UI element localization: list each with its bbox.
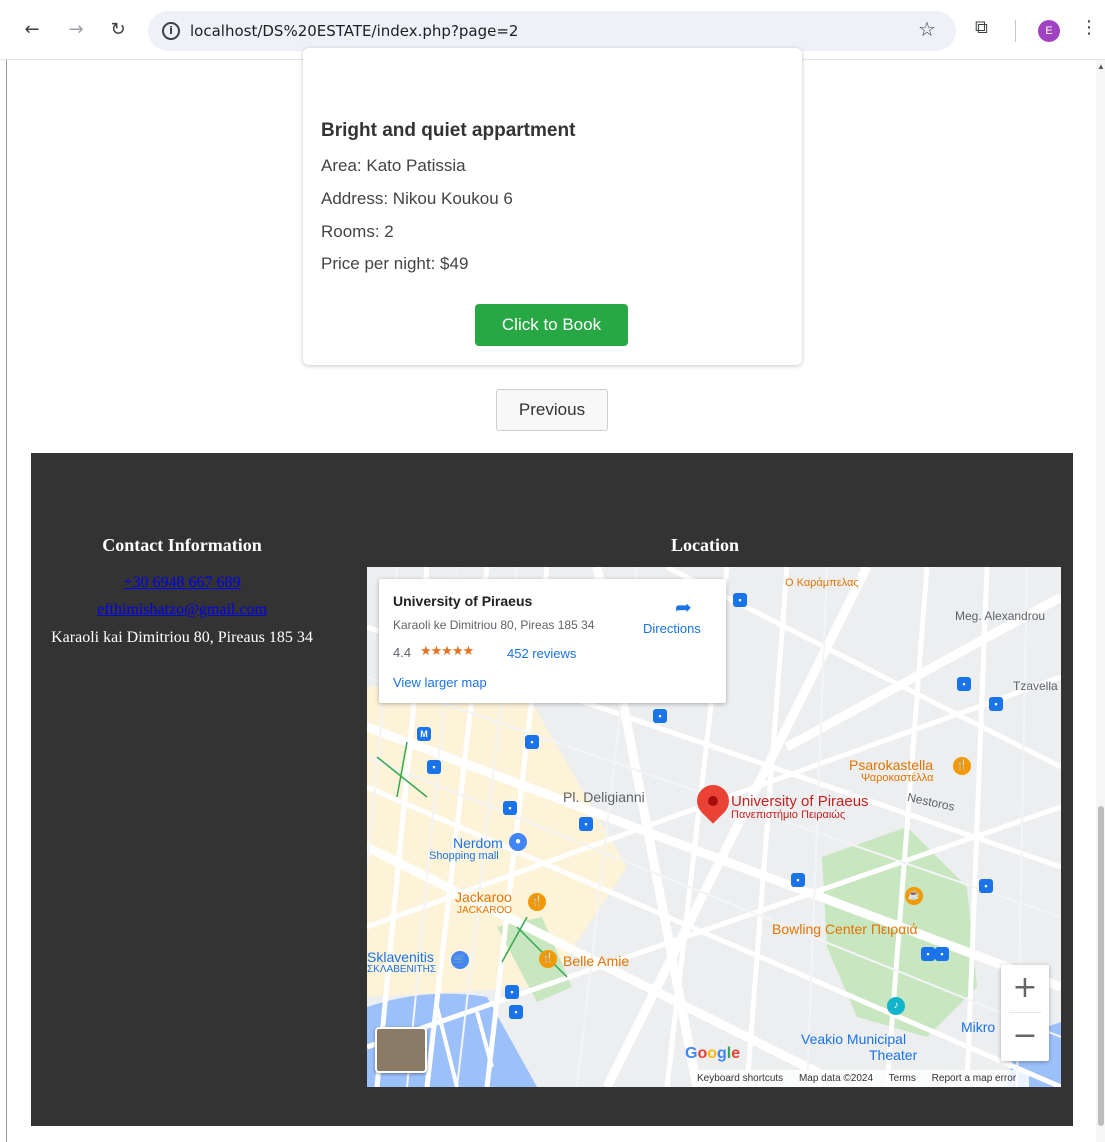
zoom-control: + −: [1001, 965, 1049, 1061]
google-logo: Google: [685, 1045, 741, 1062]
map-label-jackaroo[interactable]: Jackaroo: [455, 889, 512, 905]
map-label-veakio[interactable]: Veakio Municipal: [801, 1031, 906, 1047]
pin-label[interactable]: University of Piraeus: [731, 793, 869, 810]
zoom-in-button[interactable]: +: [1001, 965, 1049, 1013]
directions-icon[interactable]: ➦: [675, 595, 692, 619]
place-name: University of Piraeus: [393, 593, 533, 609]
kebab-menu-icon[interactable]: ⋮: [1080, 17, 1098, 38]
reviews-link[interactable]: 452 reviews: [507, 646, 576, 661]
map-label-sklavenitis-greek: ΣΚΛΑΒΕΝΙΤΗΣ: [367, 964, 437, 975]
scroll-up-icon[interactable]: ▲: [1097, 62, 1105, 71]
listing-area: Area: Kato Patissia: [321, 156, 466, 175]
forward-icon[interactable]: →: [64, 18, 88, 42]
previous-page-button[interactable]: Previous: [496, 389, 608, 431]
zoom-out-button[interactable]: −: [1001, 1013, 1049, 1061]
bus-stop-icon[interactable]: ▪: [791, 873, 805, 887]
extensions-icon[interactable]: ⧉: [975, 17, 988, 38]
contact-title: Contact Information: [102, 535, 262, 555]
profile-avatar[interactable]: E: [1038, 20, 1060, 42]
bus-stop-icon[interactable]: ▪: [989, 697, 1003, 711]
theater-icon[interactable]: ♪: [887, 997, 905, 1015]
bus-stop-icon[interactable]: ▪: [525, 735, 539, 749]
place-rating: 4.4: [393, 645, 412, 660]
map-label-psarokastella[interactable]: Psarokastella: [849, 757, 933, 773]
terms-link[interactable]: Terms: [889, 1073, 916, 1084]
map-label-tzavella: Tzavella: [1013, 679, 1058, 693]
bus-stop-icon[interactable]: ▪: [509, 1005, 523, 1019]
location-title: Location: [671, 535, 740, 555]
map-label-bowling[interactable]: Bowling Center Πειραιά: [772, 921, 918, 937]
keyboard-shortcuts-link[interactable]: Keyboard shortcuts: [697, 1073, 783, 1084]
url-text[interactable]: localhost/DS%20ESTATE/index.php?page=2: [190, 22, 518, 40]
rating-stars-icon: ★★★★★: [420, 644, 474, 659]
listing-card: Bright and quiet appartment Area: Kato P…: [303, 48, 802, 365]
place-info-card: University of Piraeus Karaoli ke Dimitri…: [379, 579, 726, 703]
book-button[interactable]: Click to Book: [475, 304, 628, 346]
bus-stop-icon[interactable]: ▪: [733, 593, 747, 607]
metro-icon[interactable]: M: [417, 727, 431, 741]
site-info-icon[interactable]: i: [162, 22, 180, 40]
bus-stop-icon[interactable]: ▪: [579, 817, 593, 831]
restaurant-icon[interactable]: 🍴: [539, 950, 557, 968]
map-label-shopping-mall: Shopping mall: [429, 850, 499, 862]
bus-stop-icon[interactable]: ▪: [505, 985, 519, 999]
toolbar-divider: [1015, 20, 1016, 42]
satellite-toggle[interactable]: [375, 1027, 427, 1073]
contact-address: Karaoli kai Dimitriou 80, Pireaus 185 34: [51, 629, 313, 646]
bus-stop-icon[interactable]: ▪: [979, 879, 993, 893]
bus-stop-icon[interactable]: ▪: [935, 947, 949, 961]
bus-stop-icon[interactable]: ▪: [503, 801, 517, 815]
restaurant-icon[interactable]: 🍴: [528, 893, 546, 911]
back-icon[interactable]: ←: [20, 18, 44, 42]
listing-address: Address: Nikou Koukou 6: [321, 189, 513, 208]
map-label-sklavenitis[interactable]: Sklavenitis: [367, 949, 434, 965]
bus-stop-icon[interactable]: ▪: [957, 677, 971, 691]
google-map[interactable]: Pl. Deligianni Nerdom Shopping mall ● Ja…: [367, 567, 1061, 1087]
footer: Contact Information +30 6948 667 689 eft…: [31, 453, 1073, 1126]
listing-price: Price per night: $49: [321, 254, 469, 273]
cafe-icon[interactable]: ☕: [905, 887, 923, 905]
directions-link[interactable]: Directions: [643, 621, 701, 636]
map-label-belle-amie[interactable]: Belle Amie: [563, 953, 629, 969]
place-address: Karaoli ke Dimitriou 80, Pireas 185 34: [393, 618, 595, 632]
map-data-text: Map data ©2024: [798, 1073, 874, 1084]
bus-stop-icon[interactable]: ▪: [653, 709, 667, 723]
page-edge: [6, 60, 7, 1142]
map-label-psarokastella-greek: Ψαροκαστέλλα: [861, 772, 934, 784]
location-pin-center: [708, 796, 718, 806]
map-label-theater: Theater: [869, 1047, 918, 1063]
bus-stop-icon[interactable]: ▪: [427, 760, 441, 774]
map-label-mikro: Mikro: [961, 1019, 996, 1035]
map-label-nerdom[interactable]: Nerdom: [453, 835, 503, 851]
map-attribution: Keyboard shortcuts Map data ©2024 Terms …: [693, 1070, 1030, 1087]
listing-rooms: Rooms: 2: [321, 222, 394, 241]
map-label-o-karampelas: Ο Καράμπελας: [785, 577, 859, 589]
shopping-cart-icon[interactable]: 🛒: [451, 951, 469, 969]
bookmark-star-icon[interactable]: ☆: [918, 17, 936, 41]
map-label-meg-alexandrou: Meg. Alexandrou: [955, 609, 1046, 623]
reload-icon[interactable]: ↻: [106, 18, 130, 42]
bus-stop-icon[interactable]: ▪: [921, 947, 935, 961]
report-error-link[interactable]: Report a map error: [932, 1073, 1016, 1084]
email-link[interactable]: efthimishatzo@gmail.com: [31, 601, 333, 619]
scrollbar-thumb[interactable]: [1098, 806, 1104, 1126]
phone-link[interactable]: +30 6948 667 689: [31, 574, 333, 592]
address-bar[interactable]: i localhost/DS%20ESTATE/index.php?page=2: [148, 11, 956, 51]
map-label-jackaroo-caps: JACKAROO: [457, 905, 513, 916]
pin-label-greek: Πανεπιστήμιο Πειραιώς: [731, 809, 846, 821]
restaurant-icon[interactable]: 🍴: [953, 757, 971, 775]
shopping-bag-icon[interactable]: ●: [509, 833, 527, 851]
map-label-deligianni: Pl. Deligianni: [563, 789, 645, 805]
view-larger-map-link[interactable]: View larger map: [393, 675, 487, 690]
listing-title: Bright and quiet appartment: [321, 120, 576, 141]
